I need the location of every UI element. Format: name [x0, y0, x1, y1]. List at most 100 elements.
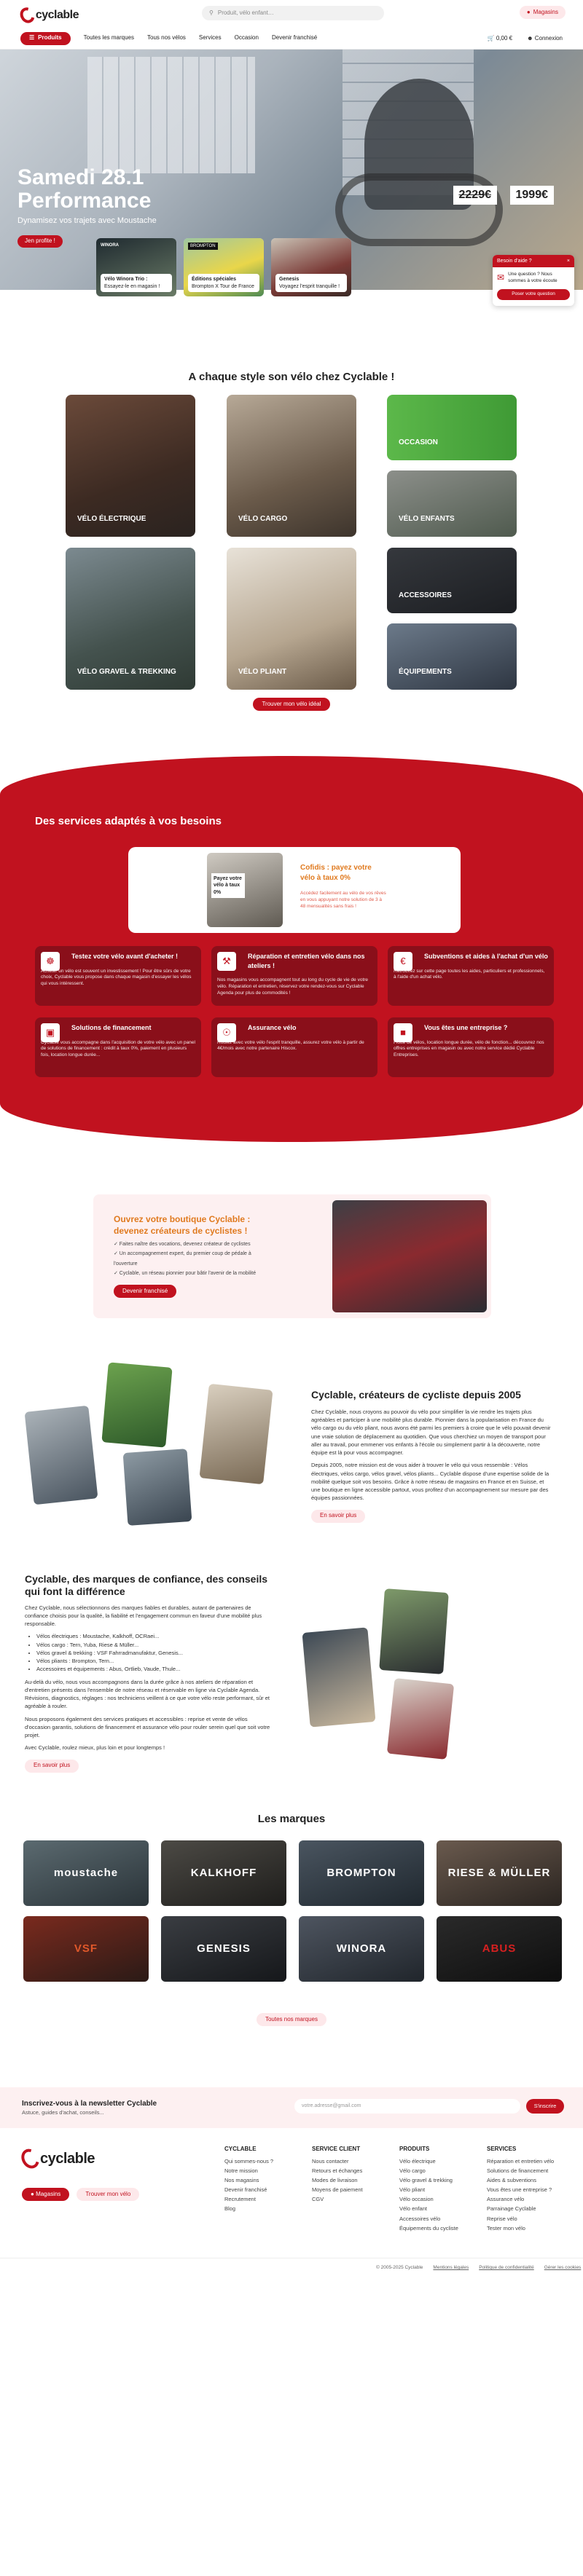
- brand-riese-muller[interactable]: RIESE & MÜLLER: [437, 1840, 562, 1906]
- footer-link[interactable]: Tester mon vélo: [487, 2225, 554, 2232]
- brand-vsf[interactable]: VSF: [23, 1916, 149, 1982]
- tile-gravel[interactable]: VÉLO GRAVEL & TREKKING: [66, 548, 195, 690]
- service-business[interactable]: ■ Vous êtes une entreprise ? Flotte de vél…: [388, 1017, 554, 1077]
- all-brands-button[interactable]: Toutes nos marques: [256, 2013, 327, 2026]
- footer-link[interactable]: Assurance vélo: [487, 2196, 554, 2203]
- footer-find-bike-button[interactable]: Trouver mon vélo: [77, 2188, 140, 2201]
- brand-brompton[interactable]: BROMPTON: [299, 1840, 424, 1906]
- tile-cargo[interactable]: VÉLO CARGO: [227, 395, 356, 537]
- cyclable-logo[interactable]: cyclable: [17, 4, 79, 26]
- find-bike-button[interactable]: Trouver mon vélo idéal: [253, 698, 330, 711]
- footer-link[interactable]: Nous contacter: [312, 2158, 363, 2165]
- footer-link[interactable]: Nos magasins: [224, 2177, 273, 2184]
- franchise-block: Ouvrez votre boutique Cyclable : devenez…: [93, 1194, 491, 1318]
- service-text: Retrouvez sur cette page toutes les aide…: [394, 968, 545, 980]
- footer-link[interactable]: Modes de livraison: [312, 2177, 363, 2184]
- footer-col-service: SERVICE CLIENT Nous contacter Retours et …: [312, 2146, 363, 2205]
- store-locator-button[interactable]: ● Magasins: [519, 6, 566, 19]
- footer-link[interactable]: Solutions de financement: [487, 2167, 554, 2175]
- footer-link[interactable]: Vélo électrique: [399, 2158, 458, 2165]
- service-insurance[interactable]: ☉ Assurance vélo Roulez avec votre vélo l'…: [211, 1017, 377, 1077]
- help-widget[interactable]: Besoin d'aide ? × ✉ Une question ? Nous so…: [493, 255, 574, 306]
- footer-link[interactable]: Retours et échanges: [312, 2167, 363, 2175]
- brands-more-button[interactable]: En savoir plus: [25, 1759, 79, 1773]
- footer-link[interactable]: Blog: [224, 2205, 273, 2213]
- footer-link[interactable]: Vous êtes une entreprise ?: [487, 2186, 554, 2194]
- wrench-icon: ⚒: [217, 952, 236, 971]
- legal-link[interactable]: Mentions légales: [433, 2265, 469, 2272]
- nav-all-brands[interactable]: Toutes les marques: [84, 34, 134, 42]
- help-title: Besoin d'aide ?: [497, 259, 532, 264]
- nav-franchise[interactable]: Devenir franchisé: [272, 34, 317, 42]
- footer-store-button[interactable]: ● Magasins: [22, 2188, 70, 2201]
- brands-list: Vélos électriques : Moustache, Kalkhoff,…: [36, 1632, 273, 1673]
- promo-card-winora[interactable]: WINORA Vélo Winora Trio : Essayez-le en m…: [96, 238, 176, 296]
- footer-link[interactable]: Devenir franchisé: [224, 2186, 273, 2194]
- footer-link[interactable]: Vélo cargo: [399, 2167, 458, 2175]
- brand-genesis[interactable]: GENESIS: [161, 1916, 286, 1982]
- footer-col-cyclable: CYCLABLE Qui sommes-nous ? Notre mission N…: [224, 2146, 273, 2215]
- footer-link[interactable]: Aides & subventions: [487, 2177, 554, 2184]
- search-bar[interactable]: ⚲ Produit, vélo enfant…: [202, 6, 384, 20]
- footer-link[interactable]: Recrutement: [224, 2196, 273, 2203]
- footer-link[interactable]: Vélo enfant: [399, 2205, 458, 2213]
- ask-question-button[interactable]: Poser votre question: [497, 288, 570, 300]
- account-link[interactable]: ☻ Connexion: [527, 35, 563, 43]
- footer-link[interactable]: Moyens de paiement: [312, 2186, 363, 2194]
- privacy-link[interactable]: Politique de confidentialité: [479, 2265, 534, 2272]
- tile-kids[interactable]: VÉLO ENFANTS: [387, 470, 517, 537]
- footer-link[interactable]: Vélo pliant: [399, 2186, 458, 2194]
- brands-paragraph: Au-delà du vélo, nous vous accompagnons …: [25, 1678, 270, 1710]
- newsletter-email-input[interactable]: votre.adresse@gmail.com: [294, 2099, 520, 2114]
- cookies-link[interactable]: Gérer les cookies: [544, 2265, 582, 2272]
- hero-cta-button[interactable]: Jen profite !: [17, 235, 63, 248]
- service-test-bike[interactable]: ☸ Testez votre vélo avant d'acheter ! Ache…: [35, 946, 201, 1006]
- footer-link[interactable]: Parrainage Cyclable: [487, 2205, 554, 2213]
- footer-link[interactable]: Accessoires vélo: [399, 2215, 458, 2223]
- financing-card[interactable]: Payez votre vélo à taux 0% Cofidis : pay…: [128, 847, 461, 933]
- chat-icon: ✉: [497, 272, 505, 283]
- products-menu-button[interactable]: ☰ Produits: [20, 31, 71, 45]
- service-subsidies[interactable]: € Subventions et aides à l'achat d'un vél…: [388, 946, 554, 1006]
- brand-abus[interactable]: ABUS: [437, 1916, 562, 1982]
- franchise-button[interactable]: Devenir franchisé: [114, 1285, 177, 1298]
- service-financing[interactable]: ▣ Solutions de financement Cyclable vous a…: [35, 1017, 201, 1077]
- franchise-cta-wrap: Devenir franchisé: [114, 1285, 177, 1298]
- newsletter-submit-button[interactable]: S'inscrire: [526, 2099, 564, 2114]
- promo-card-genesis[interactable]: Genesis Voyagez l'esprit tranquille !: [271, 238, 351, 296]
- nav-used[interactable]: Occasion: [235, 34, 259, 42]
- brand-winora[interactable]: WINORA: [299, 1916, 424, 1982]
- footer-link[interactable]: Reprise vélo: [487, 2215, 554, 2223]
- brands-collage: [302, 1588, 463, 1760]
- cart-link[interactable]: 🛒 0,00 €: [488, 35, 512, 43]
- footer-link[interactable]: CGV: [312, 2196, 363, 2203]
- footer-col-title: SERVICES: [487, 2146, 517, 2152]
- footer-link[interactable]: Vélo occasion: [399, 2196, 458, 2203]
- tile-used[interactable]: OCCASION: [387, 395, 517, 460]
- nav-all-bikes[interactable]: Tous nos vélos: [147, 34, 186, 42]
- site-header: cyclable ⚲ Produit, vélo enfant… ● Magasin…: [0, 0, 583, 28]
- tile-folding[interactable]: VÉLO PLIANT: [227, 548, 356, 690]
- franchise-title: Ouvrez votre boutique Cyclable : devenez…: [114, 1214, 251, 1237]
- close-icon[interactable]: ×: [567, 258, 570, 264]
- footer-link[interactable]: Notre mission: [224, 2167, 273, 2175]
- brands-list-item: Vélos gravel & trekking : VSF Fahrradman…: [36, 1649, 273, 1657]
- tile-accessories[interactable]: ACCESSOIRES: [387, 548, 517, 613]
- about-more-button[interactable]: En savoir plus: [311, 1509, 366, 1523]
- service-title: Solutions de financement: [71, 1024, 152, 1031]
- footer-link[interactable]: Réparation et entretien vélo: [487, 2158, 554, 2165]
- footer-link[interactable]: Vélo gravel & trekking: [399, 2177, 458, 2184]
- promo-card-brompton[interactable]: BROMPTON Éditions spéciales Brompton X To…: [184, 238, 264, 296]
- tile-equipment[interactable]: ÉQUIPEMENTS: [387, 623, 517, 690]
- promo-title: Genesis: [279, 277, 300, 283]
- tile-electric[interactable]: VÉLO ÉLECTRIQUE: [66, 395, 195, 537]
- footer-logo[interactable]: cyclable: [17, 2146, 95, 2172]
- about-paragraph: Chez Cyclable, nous croyons au pouvoir d…: [311, 1408, 551, 1457]
- nav-services[interactable]: Services: [199, 34, 222, 42]
- footer-link[interactable]: Équipements du cycliste: [399, 2225, 458, 2232]
- footer-link[interactable]: Qui sommes-nous ?: [224, 2158, 273, 2165]
- brand-kalkhoff[interactable]: KALKHOFF: [161, 1840, 286, 1906]
- brand-moustache[interactable]: moustache: [23, 1840, 149, 1906]
- search-input[interactable]: Produit, vélo enfant…: [218, 9, 274, 17]
- service-repair[interactable]: ⚒ Réparation et entretien vélo dans nos a…: [211, 946, 377, 1006]
